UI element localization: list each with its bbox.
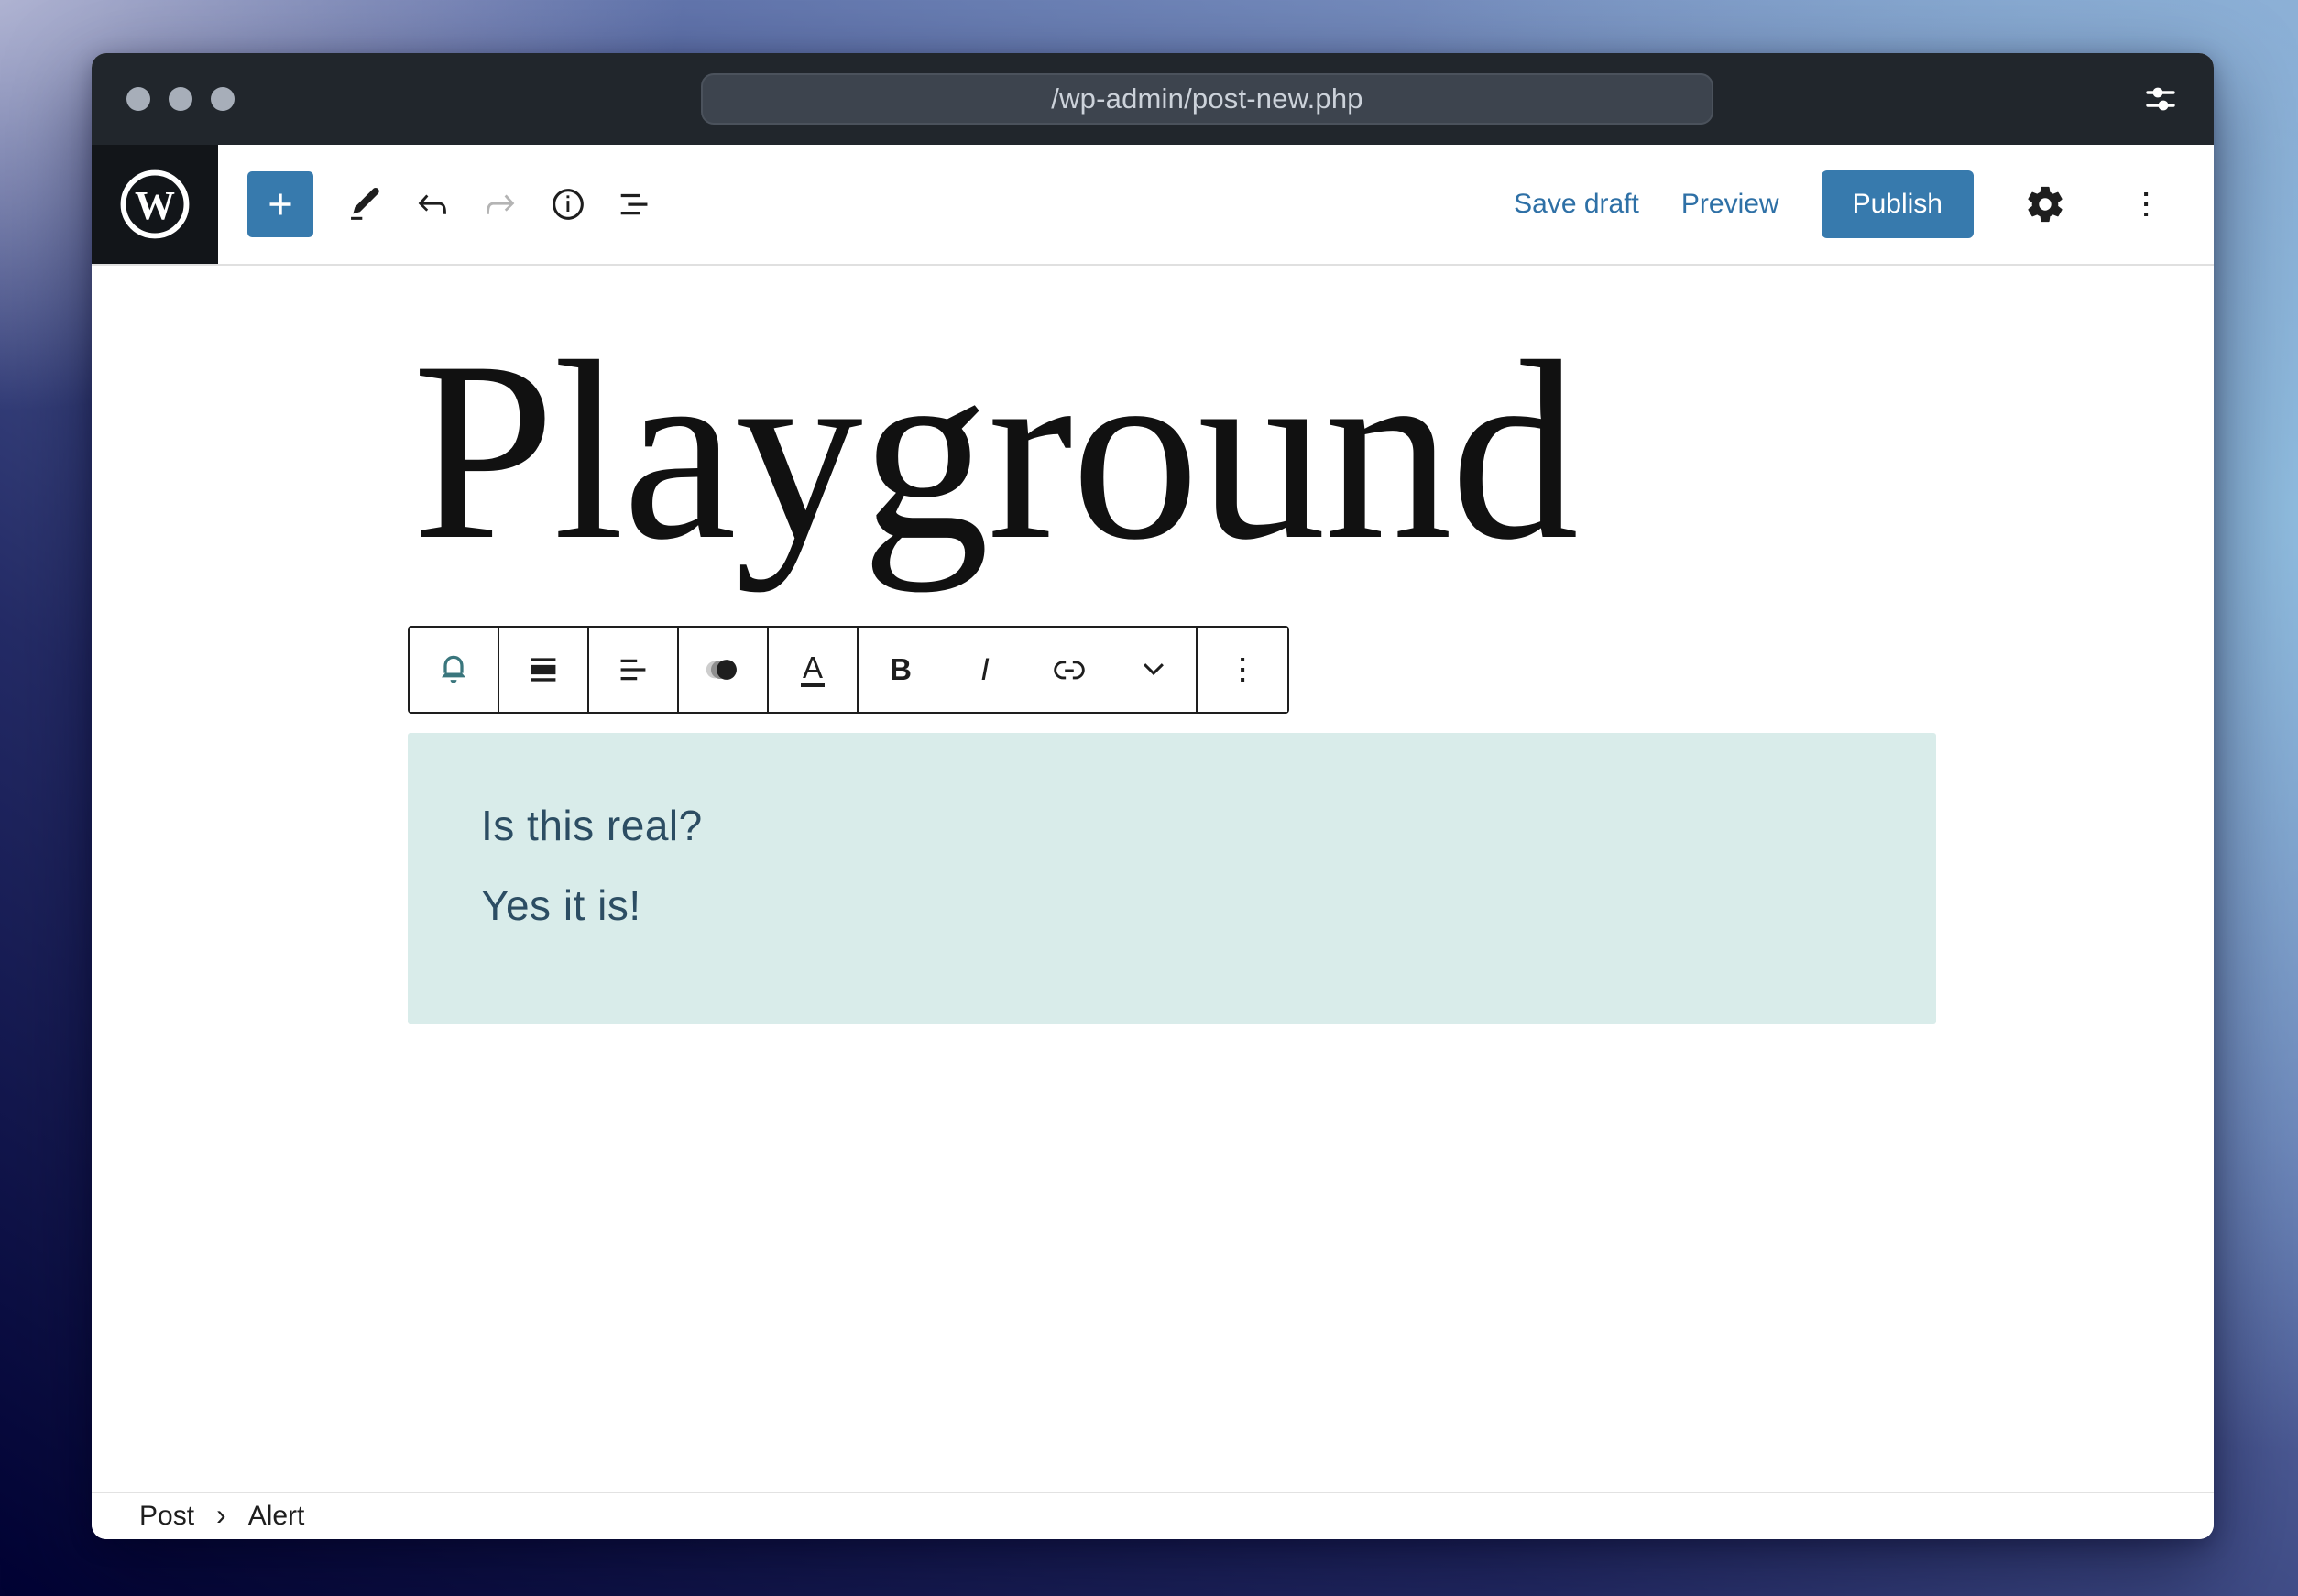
redo-icon — [487, 194, 515, 214]
info-icon — [553, 189, 584, 220]
motion-icon — [706, 660, 737, 680]
desktop-background: /wp-admin/post-new.php W Save draft Prev… — [0, 0, 2298, 1596]
tools-button[interactable] — [335, 175, 394, 234]
undo-icon — [418, 194, 446, 214]
kebab-menu-icon — [2144, 191, 2149, 217]
alert-paragraph[interactable]: Is this real? — [481, 803, 1863, 849]
block-options-button[interactable] — [1198, 628, 1287, 712]
list-view-icon — [620, 193, 648, 215]
window-controls — [126, 87, 235, 111]
gear-icon — [2028, 186, 2063, 223]
preview-button[interactable]: Preview — [1681, 189, 1779, 220]
alert-block[interactable]: Is this real? Yes it is! — [408, 733, 1936, 1024]
chevron-down-icon — [1144, 663, 1164, 676]
browser-window: /wp-admin/post-new.php W Save draft Prev… — [92, 53, 2214, 1539]
rich-text-format-group: B I — [859, 628, 1198, 712]
text-align-button[interactable] — [589, 628, 679, 712]
document-overview-button[interactable] — [607, 175, 665, 234]
italic-button[interactable]: I — [943, 628, 1027, 712]
svg-text:W: W — [135, 183, 175, 228]
address-bar-url: /wp-admin/post-new.php — [1051, 82, 1363, 115]
window-minimize-button[interactable] — [169, 87, 192, 111]
wordpress-logo-icon: W — [120, 169, 190, 239]
motion-effect-button[interactable] — [679, 628, 769, 712]
bold-button[interactable]: B — [859, 628, 943, 712]
chevron-right-icon: › — [216, 1497, 226, 1531]
bell-icon — [441, 655, 466, 683]
details-button[interactable] — [539, 175, 597, 234]
window-maximize-button[interactable] — [211, 87, 235, 111]
window-close-button[interactable] — [126, 87, 150, 111]
window-titlebar: /wp-admin/post-new.php — [92, 53, 2214, 145]
kebab-menu-icon — [1241, 657, 1245, 683]
settings-button[interactable] — [2016, 175, 2074, 234]
block-toolbar: A B I — [408, 626, 1289, 714]
highlight-color-button[interactable]: A — [769, 628, 859, 712]
breadcrumb-post[interactable]: Post — [139, 1501, 194, 1532]
wordpress-menu-button[interactable]: W — [92, 145, 218, 264]
bold-label: B — [890, 652, 912, 686]
align-text-left-icon — [620, 659, 646, 681]
italic-label: I — [980, 651, 990, 687]
editor-header: W Save draft Preview Publish — [92, 145, 2214, 266]
breadcrumb-block-alert[interactable]: Alert — [248, 1501, 305, 1532]
alert-paragraph[interactable]: Yes it is! — [481, 881, 1863, 929]
breadcrumb: Post › Alert — [92, 1492, 2214, 1539]
redo-button[interactable] — [471, 175, 530, 234]
vertical-alignment-icon — [531, 658, 556, 682]
browser-settings-sliders-icon[interactable] — [2140, 79, 2181, 119]
save-draft-button[interactable]: Save draft — [1514, 189, 1639, 220]
highlight-color-label: A — [800, 651, 825, 688]
address-bar[interactable]: /wp-admin/post-new.php — [701, 73, 1713, 125]
link-button[interactable] — [1027, 628, 1111, 712]
post-title-input[interactable]: Playground — [412, 316, 1579, 585]
undo-button[interactable] — [403, 175, 462, 234]
editor-canvas: Playground A B I Is this real? Yes it is… — [92, 266, 2214, 1492]
publish-button[interactable]: Publish — [1821, 170, 1974, 238]
options-button[interactable] — [2117, 175, 2175, 234]
pencil-icon — [351, 187, 379, 220]
alert-block-type-button[interactable] — [410, 628, 499, 712]
header-actions: Save draft Preview Publish — [1514, 145, 2214, 264]
plus-icon — [269, 193, 291, 215]
more-formats-button[interactable] — [1111, 628, 1196, 712]
link-icon — [1054, 661, 1085, 680]
block-inserter-button[interactable] — [247, 171, 313, 237]
block-vertical-alignment-button[interactable] — [499, 628, 589, 712]
header-toolbar — [218, 145, 665, 264]
